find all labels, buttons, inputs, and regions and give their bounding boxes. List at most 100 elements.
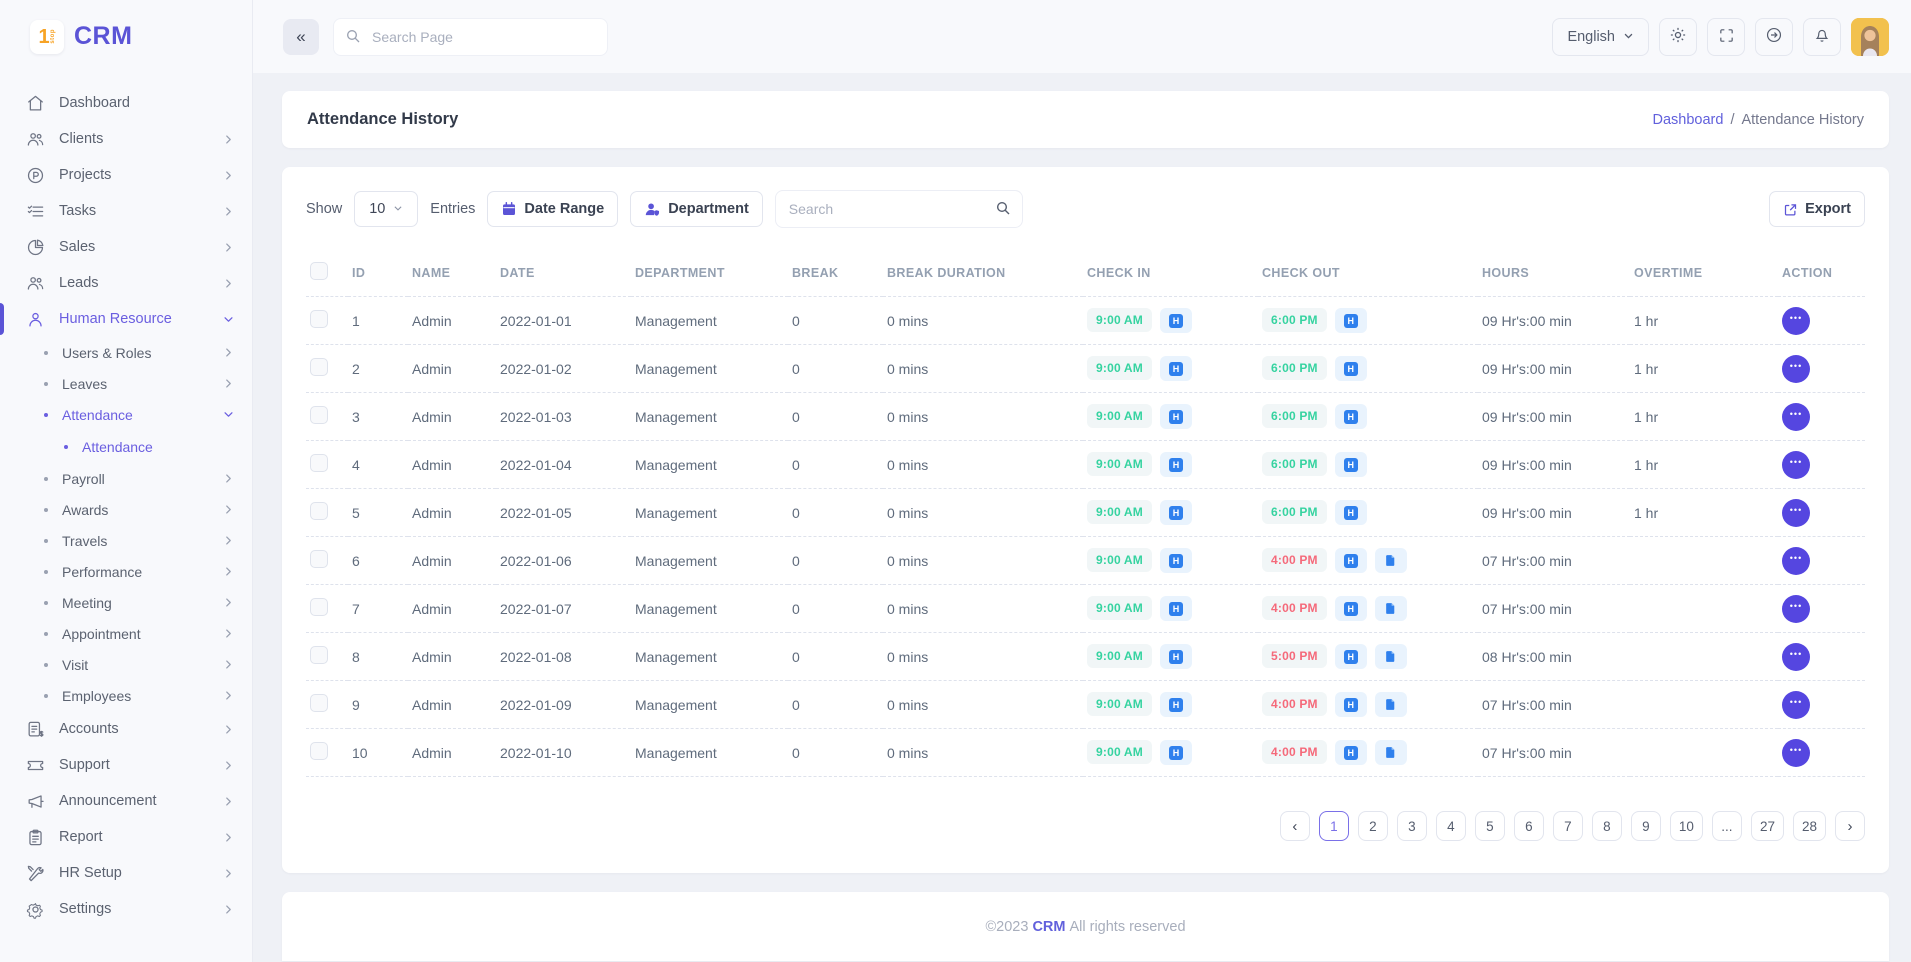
sidebar-item-travels[interactable]: Travels: [0, 525, 252, 556]
row-checkbox[interactable]: [310, 406, 328, 424]
sidebar-item-performance[interactable]: Performance: [0, 556, 252, 587]
export-button[interactable]: Export: [1769, 191, 1865, 227]
pagination-page-button[interactable]: 1: [1319, 811, 1349, 841]
language-selector[interactable]: English: [1552, 18, 1649, 56]
location-h-icon[interactable]: H: [1160, 692, 1192, 717]
row-actions-button[interactable]: •••: [1782, 643, 1810, 671]
pagination-page-button[interactable]: 8: [1592, 811, 1622, 841]
pagination-page-button[interactable]: 7: [1553, 811, 1583, 841]
file-icon[interactable]: [1375, 740, 1407, 765]
row-actions-button[interactable]: •••: [1782, 307, 1810, 335]
breadcrumb-dashboard-link[interactable]: Dashboard: [1653, 112, 1724, 128]
location-h-icon[interactable]: H: [1160, 740, 1192, 765]
file-icon[interactable]: [1375, 548, 1407, 573]
sidebar-item-projects[interactable]: Projects: [0, 157, 252, 193]
sidebar-item-leads[interactable]: Leads: [0, 265, 252, 301]
table-search-input[interactable]: [775, 190, 1023, 228]
row-actions-button[interactable]: •••: [1782, 739, 1810, 767]
row-actions-button[interactable]: •••: [1782, 403, 1810, 431]
row-actions-button[interactable]: •••: [1782, 355, 1810, 383]
row-actions-button[interactable]: •••: [1782, 451, 1810, 479]
row-actions-button[interactable]: •••: [1782, 691, 1810, 719]
pagination-page-button[interactable]: 27: [1751, 811, 1784, 841]
pagination-page-button[interactable]: 6: [1514, 811, 1544, 841]
row-actions-button[interactable]: •••: [1782, 499, 1810, 527]
file-icon[interactable]: [1375, 644, 1407, 669]
location-h-icon[interactable]: H: [1160, 500, 1192, 525]
user-avatar[interactable]: [1851, 18, 1889, 56]
sidebar-item-employees[interactable]: Employees: [0, 680, 252, 711]
sidebar-item-attendance[interactable]: Attendance: [0, 430, 252, 463]
select-all-checkbox[interactable]: [310, 262, 328, 280]
location-h-icon[interactable]: H: [1335, 740, 1367, 765]
sidebar-item-settings[interactable]: Settings: [0, 891, 252, 927]
sidebar-item-announcement[interactable]: Announcement: [0, 783, 252, 819]
page-size-select[interactable]: 10: [354, 191, 418, 227]
row-checkbox[interactable]: [310, 454, 328, 472]
sidebar-item-leaves[interactable]: Leaves: [0, 368, 252, 399]
row-checkbox[interactable]: [310, 646, 328, 664]
sidebar-item-visit[interactable]: Visit: [0, 649, 252, 680]
row-checkbox[interactable]: [310, 310, 328, 328]
sidebar-collapse-button[interactable]: «: [283, 19, 319, 55]
search-icon[interactable]: [995, 200, 1011, 221]
sidebar-item-report[interactable]: Report: [0, 819, 252, 855]
row-checkbox[interactable]: [310, 598, 328, 616]
sidebar-item-payroll[interactable]: Payroll: [0, 463, 252, 494]
file-icon[interactable]: [1375, 596, 1407, 621]
pagination-next-button[interactable]: ›: [1835, 811, 1865, 841]
sidebar-item-clients[interactable]: Clients: [0, 121, 252, 157]
row-checkbox[interactable]: [310, 502, 328, 520]
location-h-icon[interactable]: H: [1335, 548, 1367, 573]
location-h-icon[interactable]: H: [1160, 452, 1192, 477]
location-h-icon[interactable]: H: [1160, 356, 1192, 381]
location-h-icon[interactable]: H: [1160, 596, 1192, 621]
sidebar-item-awards[interactable]: Awards: [0, 494, 252, 525]
pagination-page-button[interactable]: 3: [1397, 811, 1427, 841]
file-icon[interactable]: [1375, 692, 1407, 717]
sidebar-item-attendance[interactable]: Attendance: [0, 399, 252, 430]
location-h-icon[interactable]: H: [1160, 644, 1192, 669]
sidebar-item-accounts[interactable]: Accounts: [0, 711, 252, 747]
pagination-ellipsis[interactable]: ...: [1712, 811, 1742, 841]
fullscreen-button[interactable]: [1707, 18, 1745, 56]
location-h-icon[interactable]: H: [1335, 356, 1367, 381]
pagination-page-button[interactable]: 10: [1670, 811, 1703, 841]
location-h-icon[interactable]: H: [1160, 404, 1192, 429]
location-h-icon[interactable]: H: [1335, 404, 1367, 429]
row-actions-button[interactable]: •••: [1782, 595, 1810, 623]
pagination-page-button[interactable]: 4: [1436, 811, 1466, 841]
logo[interactable]: 1stop CRM: [0, 0, 252, 73]
theme-toggle-button[interactable]: [1659, 18, 1697, 56]
pagination-page-button[interactable]: 5: [1475, 811, 1505, 841]
sidebar-item-hr-setup[interactable]: HR Setup: [0, 855, 252, 891]
location-h-icon[interactable]: H: [1335, 500, 1367, 525]
pagination-page-button[interactable]: 9: [1631, 811, 1661, 841]
location-h-icon[interactable]: H: [1160, 548, 1192, 573]
sidebar-item-meeting[interactable]: Meeting: [0, 587, 252, 618]
sidebar-item-tasks[interactable]: Tasks: [0, 193, 252, 229]
pagination-prev-button[interactable]: ‹: [1280, 811, 1310, 841]
location-h-icon[interactable]: H: [1335, 308, 1367, 333]
location-h-icon[interactable]: H: [1335, 692, 1367, 717]
location-h-icon[interactable]: H: [1335, 452, 1367, 477]
location-h-icon[interactable]: H: [1335, 596, 1367, 621]
row-checkbox[interactable]: [310, 358, 328, 376]
row-checkbox[interactable]: [310, 694, 328, 712]
sidebar-item-sales[interactable]: Sales: [0, 229, 252, 265]
sidebar-item-dashboard[interactable]: Dashboard: [0, 85, 252, 121]
sidebar-item-human-resource[interactable]: Human Resource: [0, 301, 252, 337]
notifications-button[interactable]: [1803, 18, 1841, 56]
location-h-icon[interactable]: H: [1160, 308, 1192, 333]
row-checkbox[interactable]: [310, 742, 328, 760]
logout-button[interactable]: [1755, 18, 1793, 56]
sidebar-item-support[interactable]: Support: [0, 747, 252, 783]
location-h-icon[interactable]: H: [1335, 644, 1367, 669]
department-filter-button[interactable]: Department: [630, 191, 763, 227]
row-checkbox[interactable]: [310, 550, 328, 568]
pagination-page-button[interactable]: 2: [1358, 811, 1388, 841]
sidebar-item-users-roles[interactable]: Users & Roles: [0, 337, 252, 368]
pagination-page-button[interactable]: 28: [1793, 811, 1826, 841]
date-range-button[interactable]: Date Range: [487, 191, 618, 227]
sidebar-item-appointment[interactable]: Appointment: [0, 618, 252, 649]
